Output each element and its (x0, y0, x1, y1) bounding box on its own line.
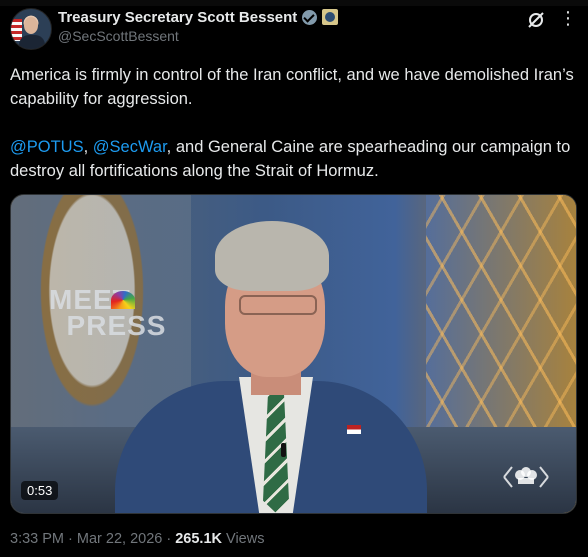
user-handle[interactable]: @SecScottBessent (58, 28, 179, 44)
tweet-date[interactable]: Mar 22, 2026 (77, 531, 162, 547)
speaker-hair (215, 221, 329, 291)
video-duration: 0:53 (21, 481, 59, 500)
meta-separator: · (162, 531, 176, 547)
views-label: Views (222, 531, 265, 547)
avatar-suit (19, 35, 45, 49)
tweet-metadata: 3:33 PM · Mar 22, 2026 · 265.1K Views (10, 531, 264, 547)
tweet-text: America is firmly in control of the Iran… (10, 63, 575, 183)
avatar[interactable] (10, 8, 52, 50)
display-name[interactable]: Treasury Secretary Scott Bessent (58, 9, 297, 26)
mention-secwar[interactable]: @SecWar (93, 138, 167, 156)
nbc-watermark-icon (503, 466, 549, 488)
meta-separator: · (64, 531, 77, 547)
gray-verified-badge-icon[interactable] (302, 9, 318, 25)
separator-text: , (83, 138, 93, 156)
mention-potus[interactable]: @POTUS (10, 138, 84, 156)
views-count: 265.1K (175, 531, 222, 547)
tweet-header: Treasury Secretary Scott Bessent @SecSco… (10, 6, 580, 50)
tweet-time[interactable]: 3:33 PM (10, 531, 64, 547)
video-speaker (111, 215, 431, 513)
speaker-glasses (239, 295, 317, 315)
lapel-mic (281, 443, 286, 457)
grok-icon[interactable] (526, 10, 546, 30)
name-row: Treasury Secretary Scott Bessent (58, 7, 339, 27)
avatar-face (24, 17, 38, 34)
treasury-seal-icon[interactable] (322, 9, 339, 25)
flag-pin (347, 425, 361, 434)
tweet-paragraph-1: America is firmly in control of the Iran… (10, 66, 574, 108)
more-options-icon[interactable]: ⋮ (559, 8, 578, 29)
video-player[interactable]: MEET PRESS 0:53 (10, 194, 577, 514)
tweet-paragraph-2: @POTUS, @SecWar, and General Caine are s… (10, 135, 575, 183)
